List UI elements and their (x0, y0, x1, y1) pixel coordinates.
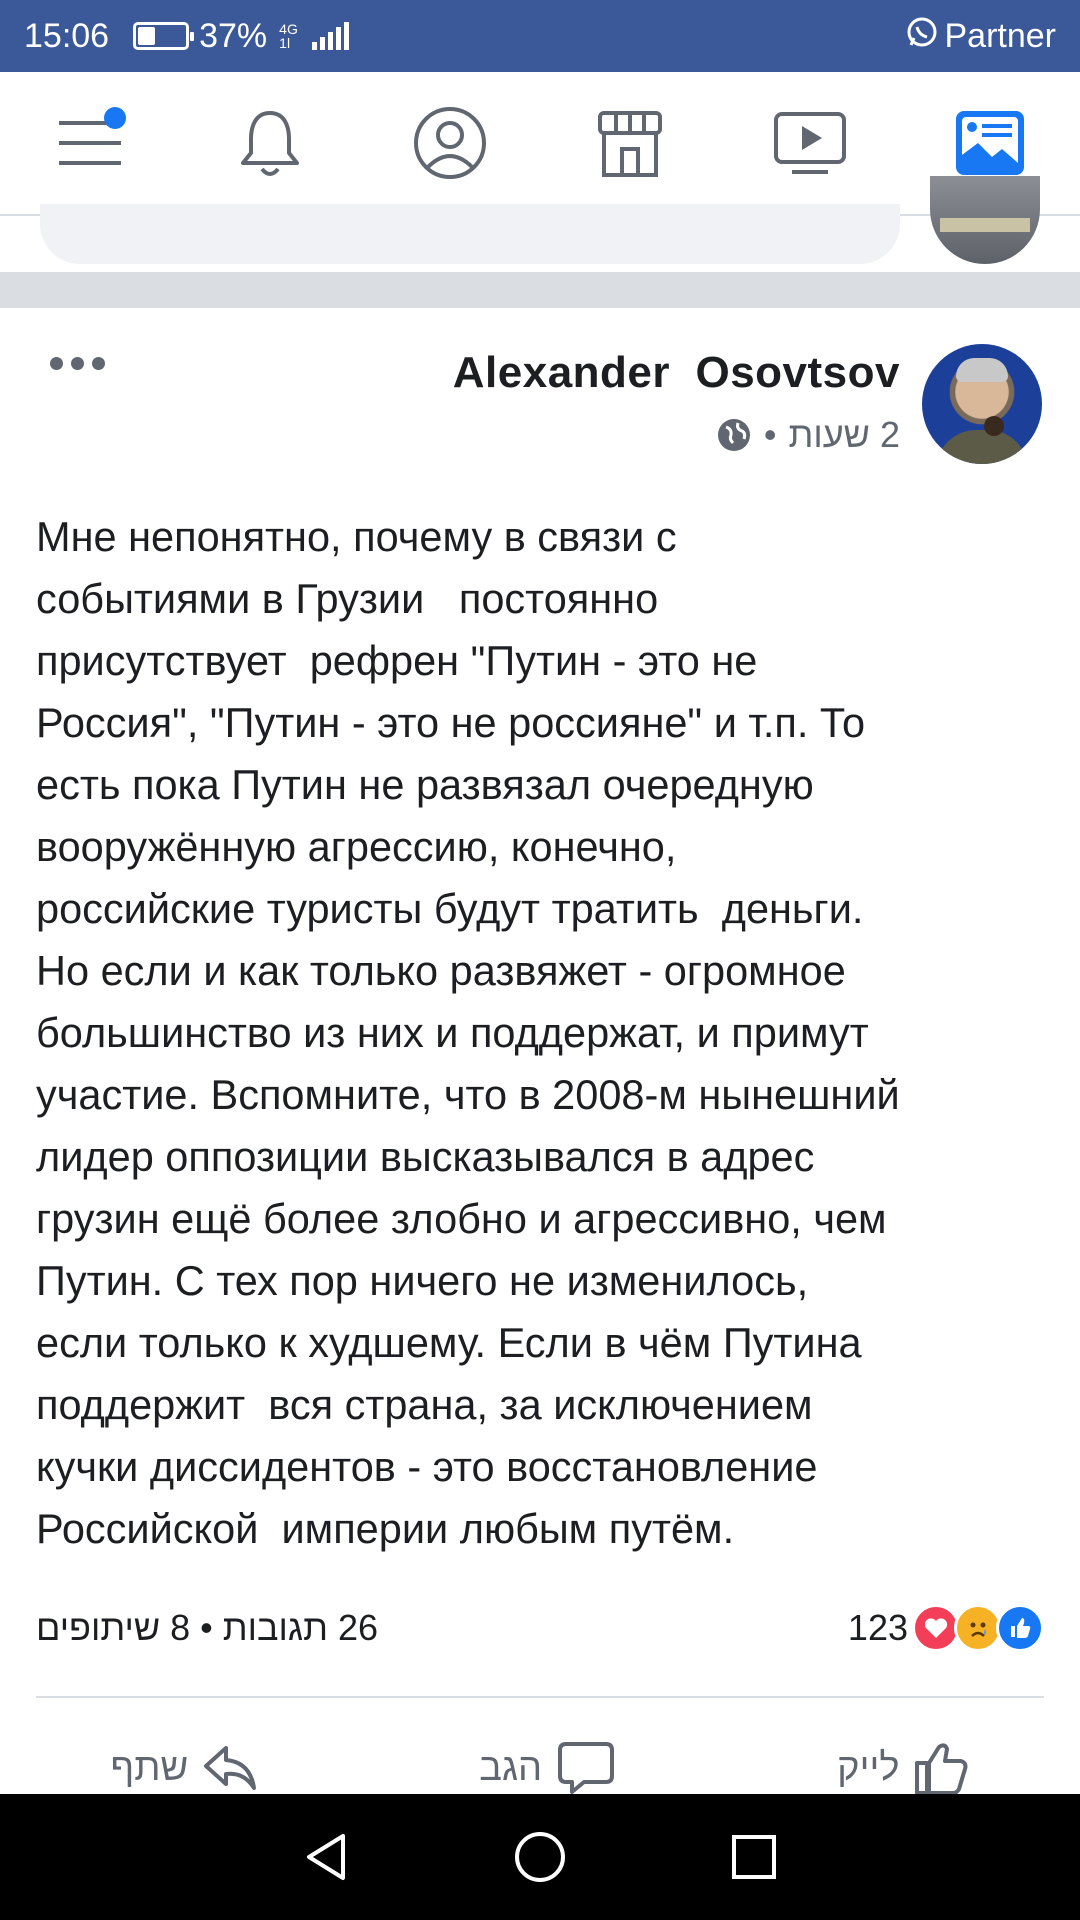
post-stats: 26 תגובות • 8 שיתופים 123 (36, 1598, 1044, 1658)
whatsapp-icon (905, 15, 939, 58)
reactions-summary[interactable]: 123 (848, 1604, 1044, 1652)
post-time[interactable]: 2 שעות (789, 414, 901, 456)
notification-dot (104, 107, 126, 129)
post-text: Мне непонятно, почему в связи с событиям… (36, 513, 900, 1552)
status-right: Partner (905, 15, 1057, 58)
reactions-count: 123 (847, 1607, 908, 1648)
share-icon (204, 1746, 257, 1790)
post-options-button[interactable] (50, 348, 112, 378)
network-type: 4G 1l (279, 22, 298, 50)
carrier-name: Partner (944, 16, 1057, 55)
profile-icon (414, 107, 486, 179)
sad-reaction-icon (954, 1604, 1002, 1652)
nav-profile[interactable] (400, 93, 500, 193)
bell-icon (241, 111, 299, 176)
thumbs-up-icon (915, 1743, 968, 1795)
battery-icon (133, 22, 195, 50)
feed-post: Alexander Osovtsov • 2 שעות Мне непонятн… (0, 308, 1080, 1797)
top-nav (0, 72, 1080, 216)
news-feed-icon (956, 111, 1024, 175)
reaction-icons (912, 1604, 1044, 1652)
nav-notifications[interactable] (220, 93, 320, 193)
comment-button[interactable]: הגב (479, 1740, 616, 1796)
actions-separator (36, 1696, 1044, 1698)
watch-icon (774, 112, 846, 174)
like-label: לייק (837, 1746, 900, 1789)
share-label: שתף (110, 1746, 189, 1789)
status-time: 15:06 (24, 16, 110, 55)
previous-post-avatar (930, 176, 1040, 264)
like-button[interactable]: לייק (837, 1739, 969, 1797)
android-navigation-bar (0, 1794, 1080, 1920)
battery-fill (138, 27, 156, 45)
marketplace-icon (598, 111, 662, 177)
author-avatar[interactable] (922, 344, 1042, 464)
like-reaction-icon (996, 1604, 1044, 1652)
home-icon[interactable] (513, 1830, 567, 1884)
nav-marketplace[interactable] (580, 93, 680, 193)
previous-comment-input[interactable] (40, 204, 900, 264)
globe-icon (717, 419, 750, 451)
status-left: 15:06 37% 4G 1l (24, 17, 349, 56)
previous-post-remnant (0, 176, 1080, 272)
recents-icon[interactable] (729, 1832, 779, 1882)
love-reaction-icon (912, 1604, 960, 1652)
network-type-top: 4G (279, 21, 298, 37)
comments-shares-count[interactable]: 26 תגובות • 8 שיתופים (36, 1607, 378, 1649)
nav-menu[interactable] (40, 93, 140, 193)
share-button[interactable]: שתף (111, 1742, 259, 1794)
meta-separator: • (763, 414, 777, 455)
author-name[interactable]: Alexander Osovtsov (453, 348, 900, 398)
nav-watch[interactable] (760, 93, 860, 193)
signal-icon (311, 22, 349, 50)
comment-icon (558, 1742, 615, 1794)
back-icon[interactable] (301, 1830, 351, 1884)
comment-label: הגב (479, 1746, 543, 1789)
status-bar: 15:06 37% 4G 1l Partner (0, 0, 1080, 72)
battery-percent: 37% (199, 16, 268, 55)
feed-divider (0, 272, 1080, 308)
post-meta: • 2 שעות (716, 414, 900, 456)
network-type-bottom: 1l (279, 35, 291, 51)
